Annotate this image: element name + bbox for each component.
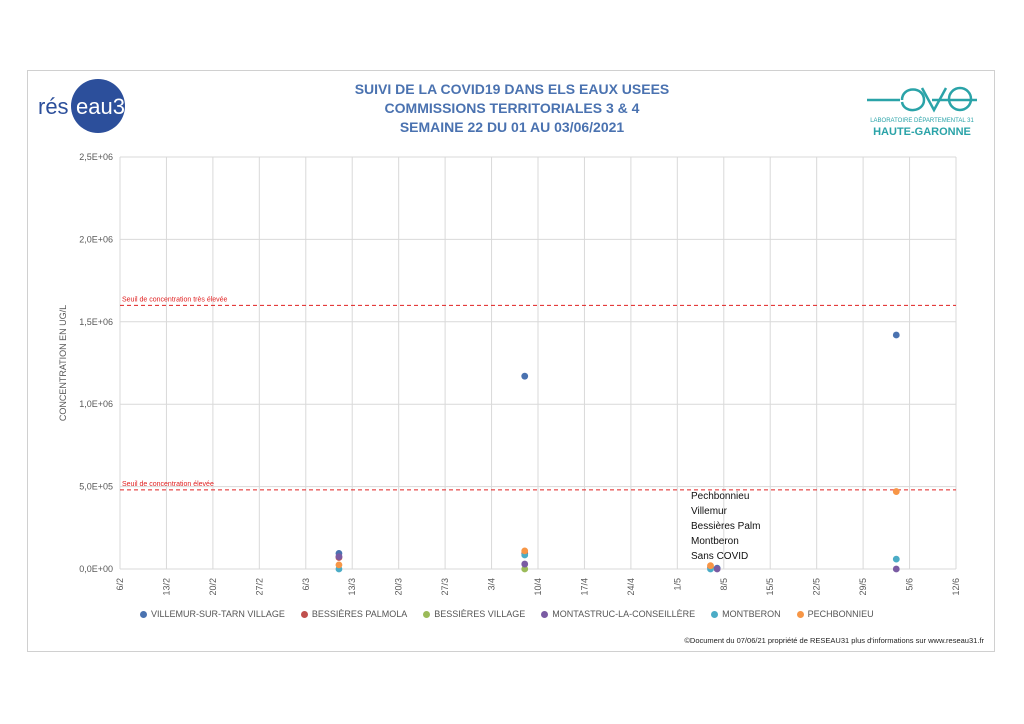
annotation-line: Bessières Palm (691, 521, 761, 532)
data-point (713, 565, 721, 573)
legend-item: MONTASTRUC-LA-CONSEILLÈRE (541, 609, 695, 619)
footer-note: ©Document du 07/06/21 propriété de RESEA… (684, 636, 984, 645)
threshold-label: Seuil de concentration très élevée (122, 296, 228, 303)
y-tick-label: 0,0E+00 (79, 564, 113, 574)
legend-label: PECHBONNIEU (807, 609, 874, 619)
x-tick-label: 13/3 (347, 578, 357, 596)
x-tick-label: 1/5 (672, 578, 682, 591)
data-point (335, 553, 343, 561)
data-point (521, 547, 529, 555)
data-point (892, 555, 900, 563)
data-point (892, 488, 900, 495)
annotation-line: Montberon (691, 536, 739, 547)
annotation-text: Pechbonnieu Villemur Bessières Palm Mont… (691, 489, 760, 564)
legend-item: PECHBONNIEU (796, 609, 874, 619)
x-tick-label: 6/2 (115, 578, 125, 591)
x-tick-label: 20/2 (208, 578, 218, 596)
legend-item: BESSIÈRES PALMOLA (300, 609, 408, 619)
legend-label: MONTASTRUC-LA-CONSEILLÈRE (552, 609, 696, 619)
data-point (521, 560, 529, 568)
x-tick-label: 22/5 (812, 578, 822, 596)
annotation-line: Sans COVID (691, 551, 749, 562)
legend-label: MONTBERON (722, 609, 781, 619)
legend-marker (796, 610, 804, 618)
x-tick-label: 29/5 (858, 578, 868, 596)
legend-label: BESSIÈRES PALMOLA (311, 609, 408, 619)
data-point (521, 372, 529, 380)
legend-item: MONTBERON (711, 609, 781, 619)
legend-item: VILLEMUR-SUR-TARN VILLAGE (140, 609, 285, 619)
legend-label: BESSIÈRES VILLAGE (434, 609, 526, 619)
axis-layer: 6/2 13/2 20/2 27/2 6/3 13/3 20/3 27/3 3/4 10/4 17/… (58, 152, 961, 596)
annotation-line: Pechbonnieu (691, 491, 750, 502)
chart-legend: VILLEMUR-SUR-TARN VILLAGE BESSIÈRES PALMO… (140, 606, 900, 622)
x-tick-label: 24/4 (626, 578, 636, 596)
x-tick-label: 8/5 (719, 578, 729, 591)
y-tick-label: 2,5E+06 (79, 152, 113, 162)
x-tick-label: 15/5 (765, 578, 775, 596)
legend-item: BESSIÈRES VILLAGE (423, 609, 525, 619)
grid-layer (119, 156, 957, 570)
x-tick-label: 3/4 (487, 578, 497, 591)
y-axis-label: CONCENTRATION EN UG/L (58, 305, 68, 421)
x-tick-label: 13/2 (161, 578, 171, 596)
x-tick-label: 27/3 (440, 578, 450, 596)
x-tick-label: 12/6 (951, 578, 961, 596)
data-point (892, 565, 900, 573)
data-point (335, 561, 343, 569)
x-tick-label: 5/6 (905, 578, 915, 591)
x-tick-label: 17/4 (579, 578, 589, 596)
threshold-label: Seuil de concentration élevée (122, 481, 214, 488)
annotation-line: Villemur (691, 506, 727, 517)
legend-marker (541, 610, 549, 618)
y-tick-label: 2,0E+06 (79, 234, 113, 244)
x-tick-label: 20/3 (394, 578, 404, 596)
x-tick-label: 27/2 (254, 578, 264, 596)
legend-marker (140, 610, 147, 618)
x-tick-label: 10/4 (533, 578, 543, 596)
legend-label: VILLEMUR-SUR-TARN VILLAGE (151, 609, 285, 619)
y-tick-label: 5,0E+05 (79, 482, 113, 492)
points-layer (335, 331, 900, 573)
legend-marker (711, 610, 719, 618)
y-tick-label: 1,5E+06 (79, 317, 113, 327)
legend-marker (300, 610, 308, 618)
data-point (892, 331, 900, 339)
legend-marker (423, 610, 431, 618)
y-tick-label: 1,0E+06 (79, 399, 113, 409)
x-tick-label: 6/3 (301, 578, 311, 591)
